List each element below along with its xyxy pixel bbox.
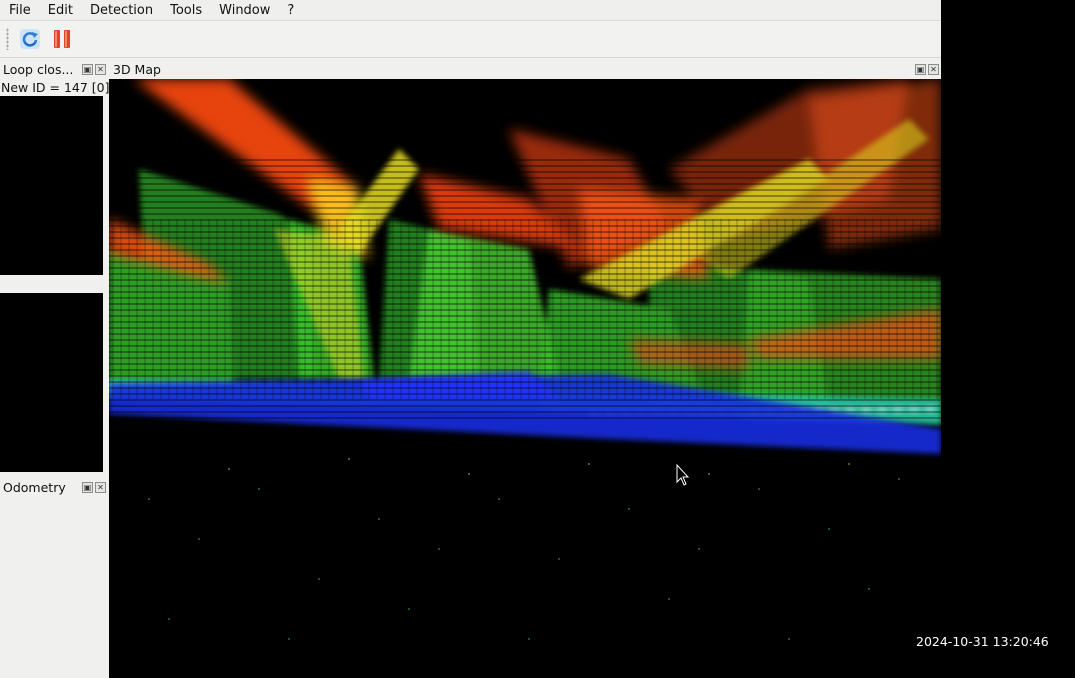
pause-button[interactable]	[49, 26, 75, 52]
timestamp-overlay: 2024-10-31 13:20:46	[916, 634, 1049, 649]
loop-closure-new-id: New ID = 147 [0]	[1, 80, 110, 95]
map-title: 3D Map	[113, 61, 161, 77]
odometry-title: Odometry	[3, 479, 66, 495]
refresh-button[interactable]	[17, 26, 43, 52]
loop-closure-title: Loop clos...	[3, 61, 74, 77]
app-window: File Edit Detection Tools Window ? Loop …	[0, 0, 941, 678]
close-icon[interactable]: ✕	[95, 481, 106, 493]
menu-detection[interactable]: Detection	[81, 0, 161, 21]
menu-window[interactable]: Window	[210, 0, 278, 21]
odometry-title-bar: Odometry ▣ ✕	[0, 478, 106, 496]
menu-help[interactable]: ?	[278, 0, 302, 21]
map-title-bar: 3D Map ▣ ✕	[108, 60, 941, 78]
menu-edit[interactable]: Edit	[39, 0, 81, 21]
refresh-icon	[20, 29, 40, 49]
menu-bar: File Edit Detection Tools Window ?	[0, 0, 941, 21]
loop-closure-title-bar: Loop clos... ▣ ✕	[0, 60, 106, 78]
toolbar-grip[interactable]	[6, 28, 9, 50]
float-icon[interactable]: ▣	[82, 63, 93, 75]
menu-tools[interactable]: Tools	[161, 0, 210, 21]
map-3d-view[interactable]	[109, 79, 941, 678]
float-icon[interactable]: ▣	[915, 63, 926, 75]
pause-icon	[54, 30, 70, 48]
menu-file[interactable]: File	[0, 0, 39, 21]
loop-closure-image-view	[0, 96, 103, 275]
close-icon[interactable]: ✕	[928, 63, 939, 75]
toolbar	[0, 21, 941, 58]
float-icon[interactable]: ▣	[82, 481, 93, 493]
point-cloud-render	[109, 79, 941, 678]
close-icon[interactable]: ✕	[95, 63, 106, 75]
loop-closure-match-view	[0, 293, 103, 472]
